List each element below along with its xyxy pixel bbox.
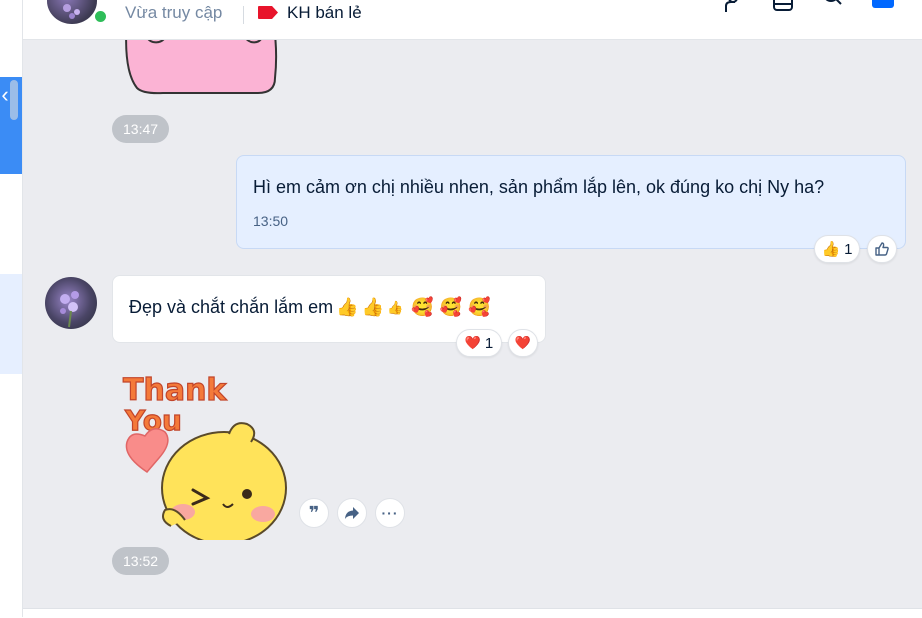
last-visit-status: Vừa truy cập xyxy=(125,3,223,22)
sticker-text-thank: Thank xyxy=(123,373,227,408)
thumbs-up-emoji: 👍 xyxy=(386,299,404,315)
message-text: Đẹp và chắt chắn lắm em 👍 👍 👍 🥰 🥰 🥰 xyxy=(129,297,490,318)
thumbs-up-emoji: 👍 xyxy=(336,297,359,317)
selected-conversation-highlight[interactable] xyxy=(0,274,22,374)
reaction-count: 1 xyxy=(484,334,494,352)
collapse-chevron-icon[interactable]: ‹ xyxy=(0,80,12,110)
thumbs-up-emoji: 👍 xyxy=(361,297,384,317)
like-icon xyxy=(875,242,889,256)
search-icon[interactable] xyxy=(823,0,847,14)
more-options-button[interactable]: ··· xyxy=(375,498,405,528)
smiling-hearts-emoji: 🥰 xyxy=(411,297,434,317)
message-time: 13:47 xyxy=(112,115,170,143)
sender-avatar[interactable] xyxy=(45,277,97,329)
outgoing-message-bubble[interactable]: Hì em cảm ơn chị nhiều nhen, sản phẩm lắ… xyxy=(236,155,906,249)
reaction-count-badge[interactable]: 👍 1 xyxy=(814,235,860,263)
online-status-dot xyxy=(93,9,108,24)
message-text-content: Đẹp và chắt chắn lắm em xyxy=(129,297,334,317)
heart-icon: ❤️ xyxy=(464,335,481,350)
header-divider xyxy=(243,6,244,24)
contact-icon[interactable] xyxy=(723,0,747,14)
message-time: 13:52 xyxy=(112,547,170,575)
message-text: Hì em cảm ơn chị nhiều nhen, sản phẩm lắ… xyxy=(253,177,825,197)
quote-icon: ❞ xyxy=(308,502,320,523)
chat-messages-area[interactable]: 13:47 Hì em cảm ơn chị nhiều nhen, sản p… xyxy=(23,40,922,608)
customer-tag-label[interactable]: KH bán lẻ xyxy=(287,3,362,23)
thumbs-up-icon: 👍 xyxy=(821,241,841,258)
react-button[interactable] xyxy=(867,235,897,263)
smiling-hearts-emoji: 🥰 xyxy=(439,297,462,317)
reaction-count-badge[interactable]: ❤️ 1 xyxy=(456,329,502,357)
smiling-hearts-emoji: 🥰 xyxy=(467,297,491,317)
info-panel-icon[interactable] xyxy=(871,0,895,14)
layout-icon[interactable] xyxy=(771,0,795,14)
quote-button[interactable]: ❞ xyxy=(299,498,329,528)
more-icon: ··· xyxy=(381,505,399,521)
tag-icon[interactable] xyxy=(258,6,278,19)
react-button[interactable]: ❤️ xyxy=(508,329,538,357)
message-time: 13:50 xyxy=(253,213,289,229)
forward-icon xyxy=(345,507,359,519)
chat-header: Vừa truy cập KH bán lẻ xyxy=(23,0,922,40)
thank-you-sticker[interactable]: Thank You xyxy=(119,370,291,540)
forward-button[interactable] xyxy=(337,498,367,528)
heart-icon: ❤️ xyxy=(514,335,532,350)
conversation-list-edge: ‹ xyxy=(0,0,23,617)
sticker-image[interactable] xyxy=(123,40,278,105)
reaction-count: 1 xyxy=(844,240,853,258)
contact-avatar[interactable] xyxy=(47,0,97,24)
